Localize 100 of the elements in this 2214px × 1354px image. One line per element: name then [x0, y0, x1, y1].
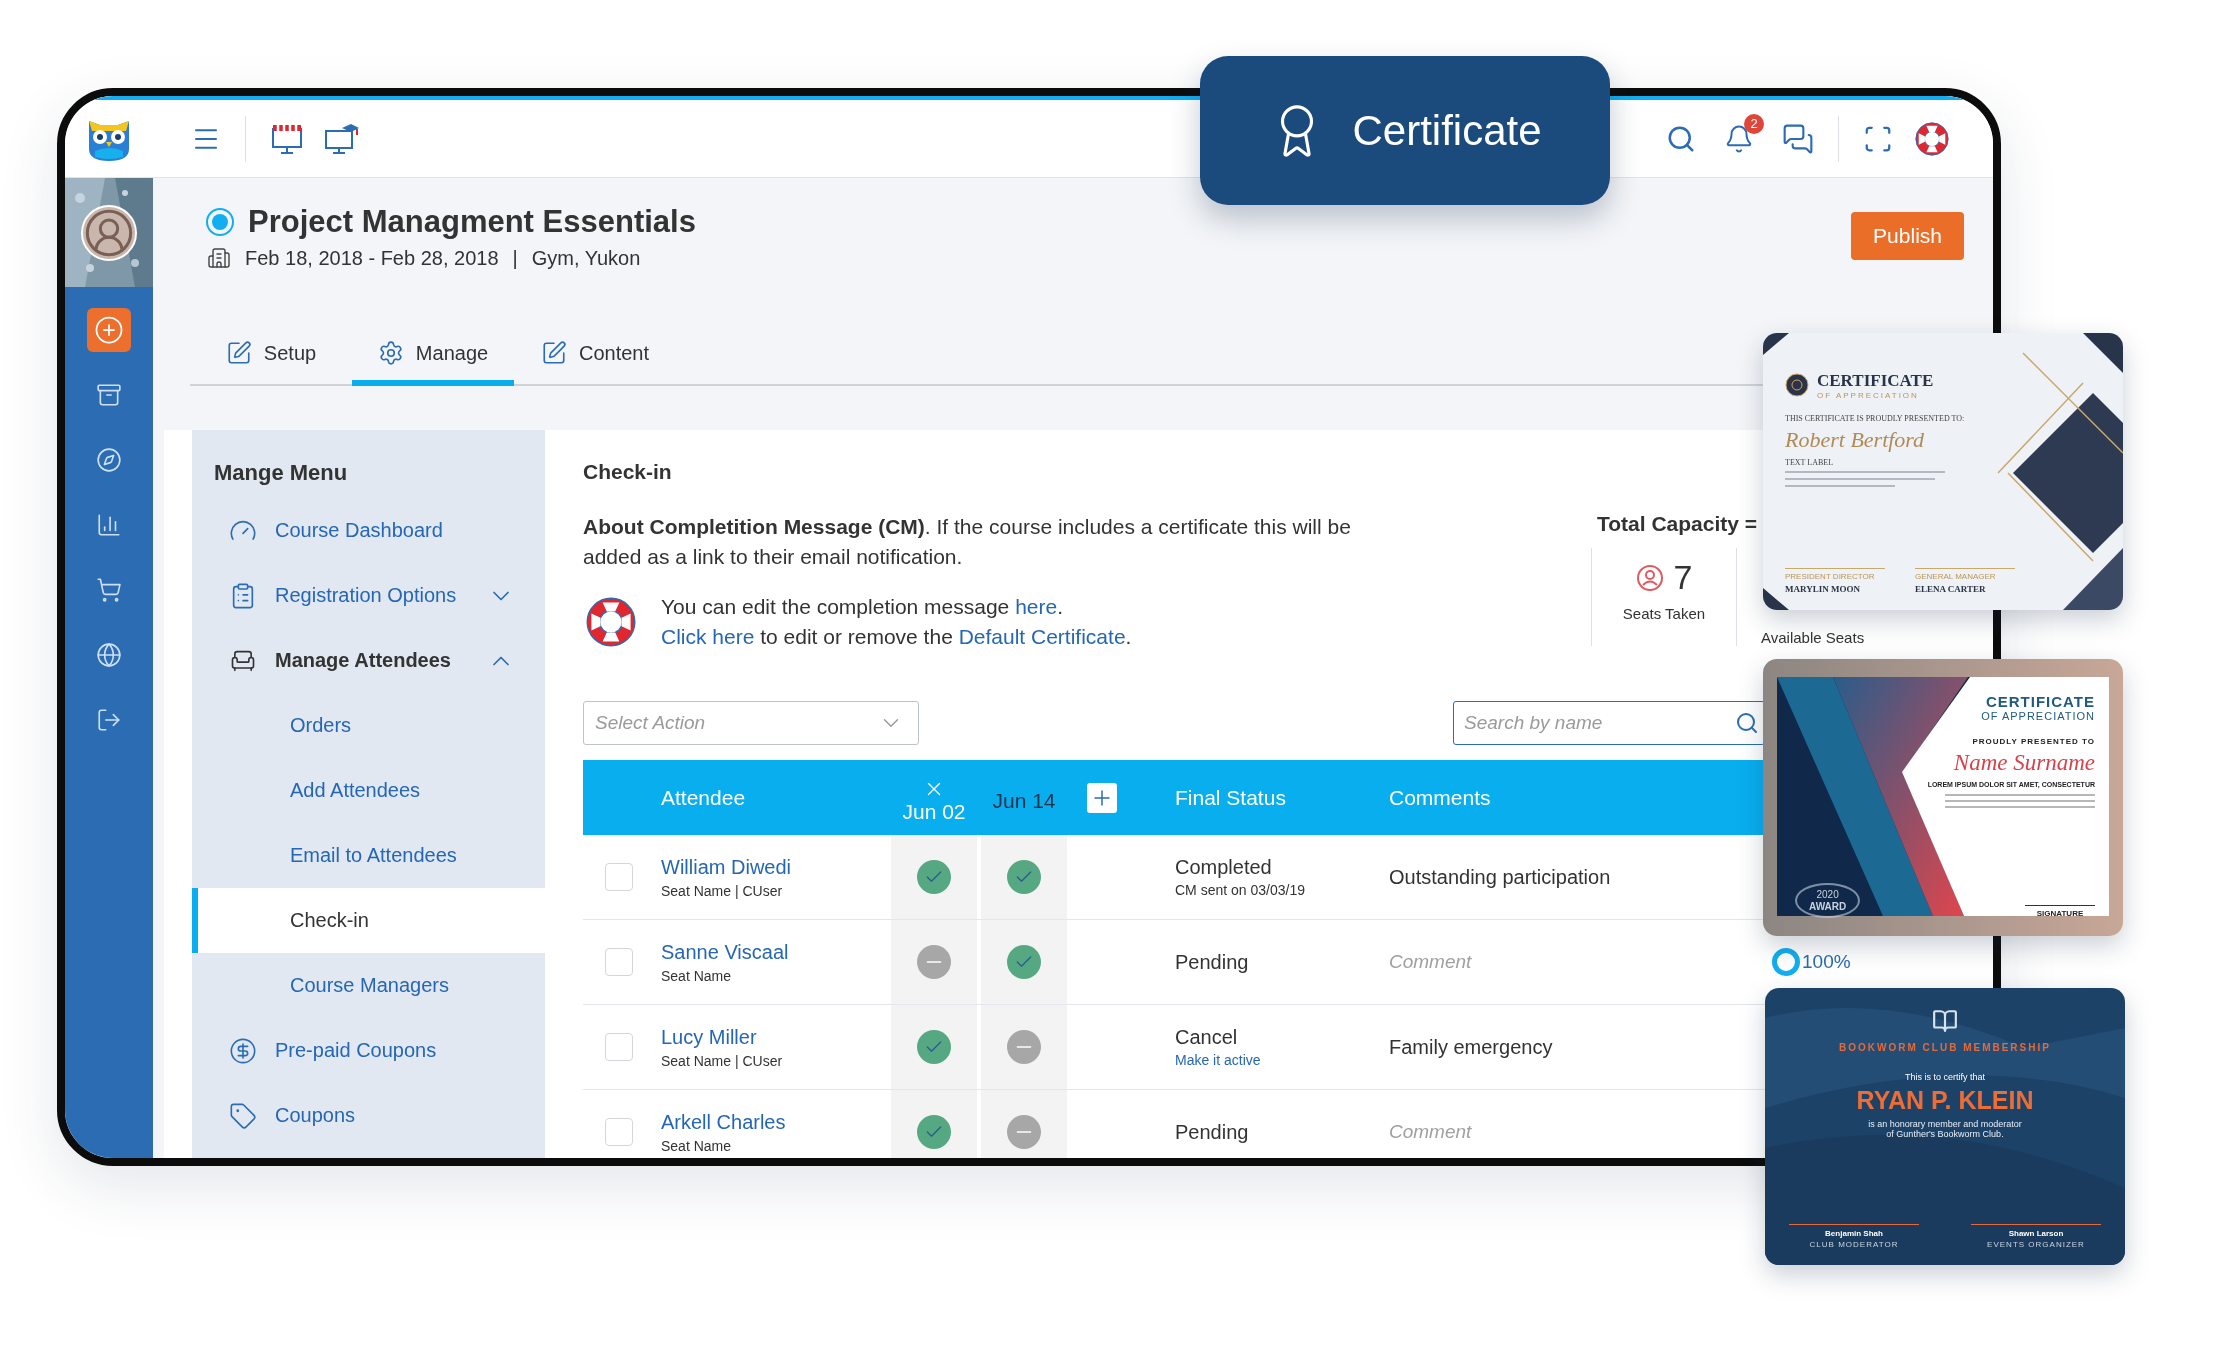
submenu-item[interactable]: Email to Attendees	[192, 823, 545, 888]
signer-name: ELENA CARTER	[1915, 583, 1987, 594]
tab[interactable]: Manage	[352, 330, 514, 386]
recipient-name: RYAN P. KLEIN	[1856, 1085, 2034, 1115]
course-title: Project Managment Essentials	[248, 204, 696, 240]
check-icon[interactable]	[917, 1115, 951, 1149]
signer-role: CLUB MODERATOR	[1809, 1239, 1899, 1249]
link[interactable]: here	[1015, 595, 1058, 618]
menu-item[interactable]: Registration Options	[192, 563, 545, 628]
attendee-name[interactable]: Lucy Miller	[661, 1025, 891, 1049]
settings-icon	[377, 340, 404, 366]
certificate-subtitle: OF APPRECIATION	[1981, 710, 2095, 723]
submenu-item[interactable]: Course Managers	[192, 953, 545, 1018]
search-icon[interactable]	[1735, 711, 1759, 735]
seats-taken-label: Seats Taken	[1622, 605, 1706, 622]
certificate-subtitle: OF APPRECIATION	[1817, 390, 1920, 400]
certificate-intro: PROUDLY PRESENTED TO	[1972, 736, 2095, 747]
signer-name: Shawn Larson	[2008, 1228, 2064, 1238]
row-checkbox[interactable]	[605, 1118, 633, 1146]
seat-text: Seat Name	[661, 967, 733, 984]
chat-icon[interactable]	[1782, 122, 1814, 155]
column-header: Comments	[1389, 785, 1491, 810]
submenu-item[interactable]: Add Attendees	[192, 758, 545, 823]
status-text: Completed	[1175, 856, 1273, 879]
book-icon	[1932, 1008, 1958, 1034]
storefront-monitor-icon[interactable]	[270, 122, 304, 155]
status-radio-icon	[206, 208, 234, 236]
seats-taken-count: 7	[1673, 558, 1693, 597]
column-header: Jun 14	[992, 788, 1056, 813]
row-checkbox[interactable]	[605, 1033, 633, 1061]
submenu-item[interactable]: Check-in	[192, 888, 545, 953]
club-title: BOOKWORM CLUB MEMBERSHIP	[1839, 1042, 2051, 1054]
add-column-button[interactable]	[1087, 782, 1117, 813]
signer-role: EVENTS ORGANIZER	[1987, 1239, 2085, 1249]
certificate-title: CERTIFICATE	[1985, 693, 2095, 711]
menu-item[interactable]: Pre-paid Coupons	[192, 1018, 545, 1083]
separator: |	[512, 246, 518, 270]
menu-item[interactable]: Coupons	[192, 1083, 545, 1148]
add-button[interactable]	[87, 308, 131, 352]
column-header: Final Status	[1175, 785, 1286, 810]
attendee-name[interactable]: William Diwedi	[661, 855, 891, 879]
help-icon[interactable]	[1913, 119, 1951, 158]
seal-icon	[1785, 373, 1809, 398]
certificate-intro: THIS CERTIFICATE IS PROUDLY PRESENTED TO:	[1785, 413, 1965, 423]
link[interactable]: Click here	[661, 625, 755, 648]
available-seats-label: Available Seats	[1761, 629, 1865, 646]
building-icon	[207, 246, 231, 270]
check-icon[interactable]	[1007, 860, 1041, 894]
course-location: Gym, Yukon	[531, 246, 641, 270]
submenu-item[interactable]: Orders	[192, 693, 545, 758]
progress-text: 100%	[1802, 951, 1851, 973]
course-dates: Feb 18, 2018 - Feb 28, 2018	[245, 246, 499, 270]
certificate-card[interactable]: CERTIFICATE OF APPRECIATION THIS CERTIFICATE IS PROUDLY PRESENTED TO: Robert Bertford TEXT LABEL PRESIDENT DIRECTOR MARYLIN MOON GENERAL MANAGER ELENA CARTER	[1763, 333, 2123, 610]
menu-item[interactable]: Manage Attendees	[192, 628, 545, 693]
check-icon[interactable]	[1007, 945, 1041, 979]
tab[interactable]: Content	[514, 330, 676, 386]
column-header: Attendee	[661, 785, 746, 810]
check-icon[interactable]	[917, 1030, 951, 1064]
certificate-title: CERTIFICATE	[1817, 371, 1934, 391]
comment-text: Outstanding participation	[1388, 865, 1611, 888]
attendee-name[interactable]: Sanne Viscaal	[661, 940, 891, 964]
capacity-title: Total Capacity =	[1597, 512, 1759, 536]
signer-role: GENERAL MANAGER	[1915, 572, 1997, 582]
publish-button[interactable]: Publish	[1851, 212, 1964, 260]
seat-text: Seat Name | CUser	[661, 1052, 784, 1069]
status-link[interactable]: Make it active	[1175, 1052, 1385, 1068]
row-checkbox[interactable]	[605, 948, 633, 976]
check-icon[interactable]	[917, 860, 951, 894]
menu-item[interactable]: Course Dashboard	[192, 498, 545, 563]
award-year: 2020	[1816, 889, 1839, 901]
graduation-monitor-icon[interactable]	[324, 122, 360, 155]
signer-name: Benjamin Shah	[1825, 1228, 1883, 1238]
section-title: Check-in	[583, 460, 672, 484]
seat-text: Seat Name | CUser	[661, 882, 784, 899]
status-text: Pending	[1175, 1120, 1250, 1144]
recipient-name: Name Surname	[1953, 750, 2095, 777]
comment-text: Family emergency	[1388, 1035, 1553, 1058]
progress-ring-icon	[1772, 948, 1800, 976]
link[interactable]: Default Certificate	[958, 625, 1126, 648]
badge-label: Certificate	[1352, 106, 1542, 155]
status-note: CM sent on 03/03/19	[1175, 882, 1306, 898]
notice-text: You can edit the completion message here.	[661, 594, 1064, 620]
tag-icon	[229, 1101, 257, 1130]
search-field[interactable]: Search by name	[1453, 701, 1765, 745]
notification-count: 2	[1744, 113, 1764, 134]
seat-icon	[1635, 563, 1664, 592]
row-checkbox[interactable]	[605, 863, 633, 891]
signer-name: MARYLIN MOON	[1785, 583, 1861, 594]
recipient-name: Robert Bertford	[1785, 426, 1925, 453]
column-header: Jun 02	[902, 799, 966, 824]
certificate-intro: This is to certify that	[1905, 1071, 1985, 1082]
signature-label: SIGNATURE	[2025, 904, 2095, 918]
status-text: Pending	[1175, 950, 1250, 974]
menu-title: Mange Menu	[213, 460, 349, 487]
certificate-text: of Gunther's Bookworm Club.	[1886, 1128, 2004, 1140]
status-text: Cancel	[1175, 1026, 1239, 1049]
tab[interactable]: Setup	[190, 330, 352, 386]
edit-icon	[540, 340, 567, 366]
certificate-card[interactable]: BOOKWORM CLUB MEMBERSHIP This is to certify that RYAN P. KLEIN is an honorary member and moderator of Gunther's Bookworm Club. Benjamin Shah CLUB MODERATOR Shawn Larson EVENTS ORGANIZER	[1765, 988, 2125, 1265]
attendee-name[interactable]: Arkell Charles	[661, 1110, 891, 1134]
